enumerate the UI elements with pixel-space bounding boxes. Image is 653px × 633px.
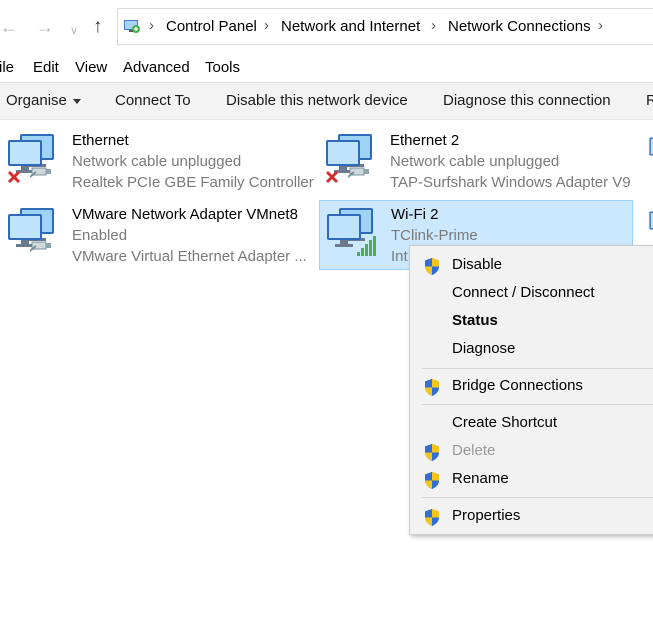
context-menu: Disable Connect / Disconnect Status Diag… (409, 245, 653, 535)
menu-item-create-shortcut[interactable]: Create Shortcut (410, 409, 653, 437)
menu-item-label: Status (452, 312, 498, 329)
disable-device-button[interactable]: Disable this network device (226, 92, 408, 109)
breadcrumb-control-panel[interactable]: Control Panel (166, 18, 257, 35)
menu-item-properties[interactable]: Properties (410, 502, 653, 530)
navigation-row: ← → ∨ ↑ › Control Panel › Network and In… (0, 0, 653, 56)
menu-separator (422, 404, 653, 405)
control-panel-icon (124, 20, 140, 33)
command-bar: Organise Connect To Disable this network… (0, 82, 653, 120)
adapter-device: Realtek PCIe GBE Family Controller (72, 174, 314, 191)
dropdown-caret-icon (72, 98, 81, 104)
menu-bar: ile Edit View Advanced Tools (0, 56, 653, 80)
breadcrumb-separator-icon[interactable]: › (264, 17, 269, 34)
menu-item-label: Rename (452, 470, 509, 487)
adapter-name: VMware Network Adapter VMnet8 (72, 206, 298, 223)
adapter-status: Network cable unplugged (390, 153, 560, 170)
menu-item-label: Delete (452, 442, 496, 459)
adapter-status: Enabled (72, 227, 128, 244)
adapter-status: Network cable unplugged (72, 153, 242, 170)
disconnected-x-icon (7, 170, 21, 184)
wifi-adapter-icon (325, 206, 376, 256)
menu-item-label: Create Shortcut (452, 414, 558, 431)
breadcrumb-separator-icon[interactable]: › (598, 17, 603, 34)
adapter-ethernet[interactable]: Ethernet Network cable unplugged Realtek… (0, 126, 316, 192)
breadcrumb-separator-icon[interactable]: › (431, 17, 436, 34)
adapter-name: Ethernet 2 (390, 132, 460, 149)
menu-view[interactable]: View (75, 59, 107, 76)
network-adapter-icon (7, 132, 58, 184)
uac-shield-icon (423, 471, 441, 490)
menu-item-label: Bridge Connections (452, 377, 583, 394)
adapter-device: VMware Virtual Ethernet Adapter ... (72, 248, 307, 265)
back-arrow-icon[interactable]: ← (0, 16, 18, 38)
menu-item-bridge-connections[interactable]: Bridge Connections (410, 372, 653, 400)
menu-item-rename[interactable]: Rename (410, 465, 653, 493)
menu-item-status[interactable]: Status (410, 307, 653, 335)
diagnose-connection-button[interactable]: Diagnose this connection (443, 92, 611, 109)
adapter-vmware-vmnet8[interactable]: VMware Network Adapter VMnet8 Enabled VM… (0, 200, 316, 266)
address-bar[interactable]: › Control Panel › Network and Internet ›… (117, 8, 653, 45)
organise-button[interactable]: Organise (6, 92, 81, 109)
menu-item-disable[interactable]: Disable (410, 251, 653, 279)
menu-edit[interactable]: Edit (33, 59, 59, 76)
up-arrow-icon[interactable]: ↑ (93, 16, 103, 38)
network-adapter-icon (325, 132, 376, 184)
adapter-partial-icon[interactable] (640, 206, 653, 242)
uac-shield-icon (423, 508, 441, 527)
uac-shield-icon (423, 443, 441, 462)
breadcrumb-network-connections[interactable]: Network Connections (448, 18, 591, 35)
adapter-name: Wi-Fi 2 (391, 206, 439, 223)
organise-label: Organise (6, 92, 67, 109)
adapter-device: TAP-Surfshark Windows Adapter V9 (390, 174, 631, 191)
menu-item-delete: Delete (410, 437, 653, 465)
forward-arrow-icon[interactable]: → (36, 16, 54, 38)
menu-separator (422, 497, 653, 498)
menu-tools[interactable]: Tools (205, 59, 240, 76)
breadcrumb-network-and-internet[interactable]: Network and Internet (281, 18, 420, 35)
network-adapter-icon (6, 206, 58, 252)
adapter-status: TClink-Prime (391, 227, 478, 244)
menu-item-label: Properties (452, 507, 521, 524)
rename-button-cut[interactable]: R (646, 92, 653, 109)
menu-item-label: Connect / Disconnect (452, 284, 595, 301)
menu-item-connect-disconnect[interactable]: Connect / Disconnect (410, 279, 653, 307)
uac-shield-icon (423, 257, 441, 276)
network-adapter-icon (640, 206, 653, 242)
network-adapter-icon (640, 132, 653, 168)
menu-item-label: Diagnose (452, 340, 516, 357)
adapter-device: Int (391, 248, 408, 265)
adapter-partial-icon[interactable] (640, 132, 653, 168)
recent-locations-chevron-icon[interactable]: ∨ (70, 20, 78, 42)
breadcrumb-separator-icon[interactable]: › (149, 17, 154, 34)
menu-advanced[interactable]: Advanced (123, 59, 190, 76)
adapter-ethernet-2[interactable]: Ethernet 2 Network cable unplugged TAP-S… (318, 126, 640, 192)
uac-shield-icon (423, 378, 441, 397)
menu-item-diagnose[interactable]: Diagnose (410, 335, 653, 363)
menu-file[interactable]: ile (0, 59, 14, 76)
connect-to-button[interactable]: Connect To (115, 92, 191, 109)
menu-item-label: Disable (452, 256, 503, 273)
adapter-name: Ethernet (72, 132, 129, 149)
disconnected-x-icon (325, 170, 339, 184)
menu-separator (422, 368, 653, 369)
